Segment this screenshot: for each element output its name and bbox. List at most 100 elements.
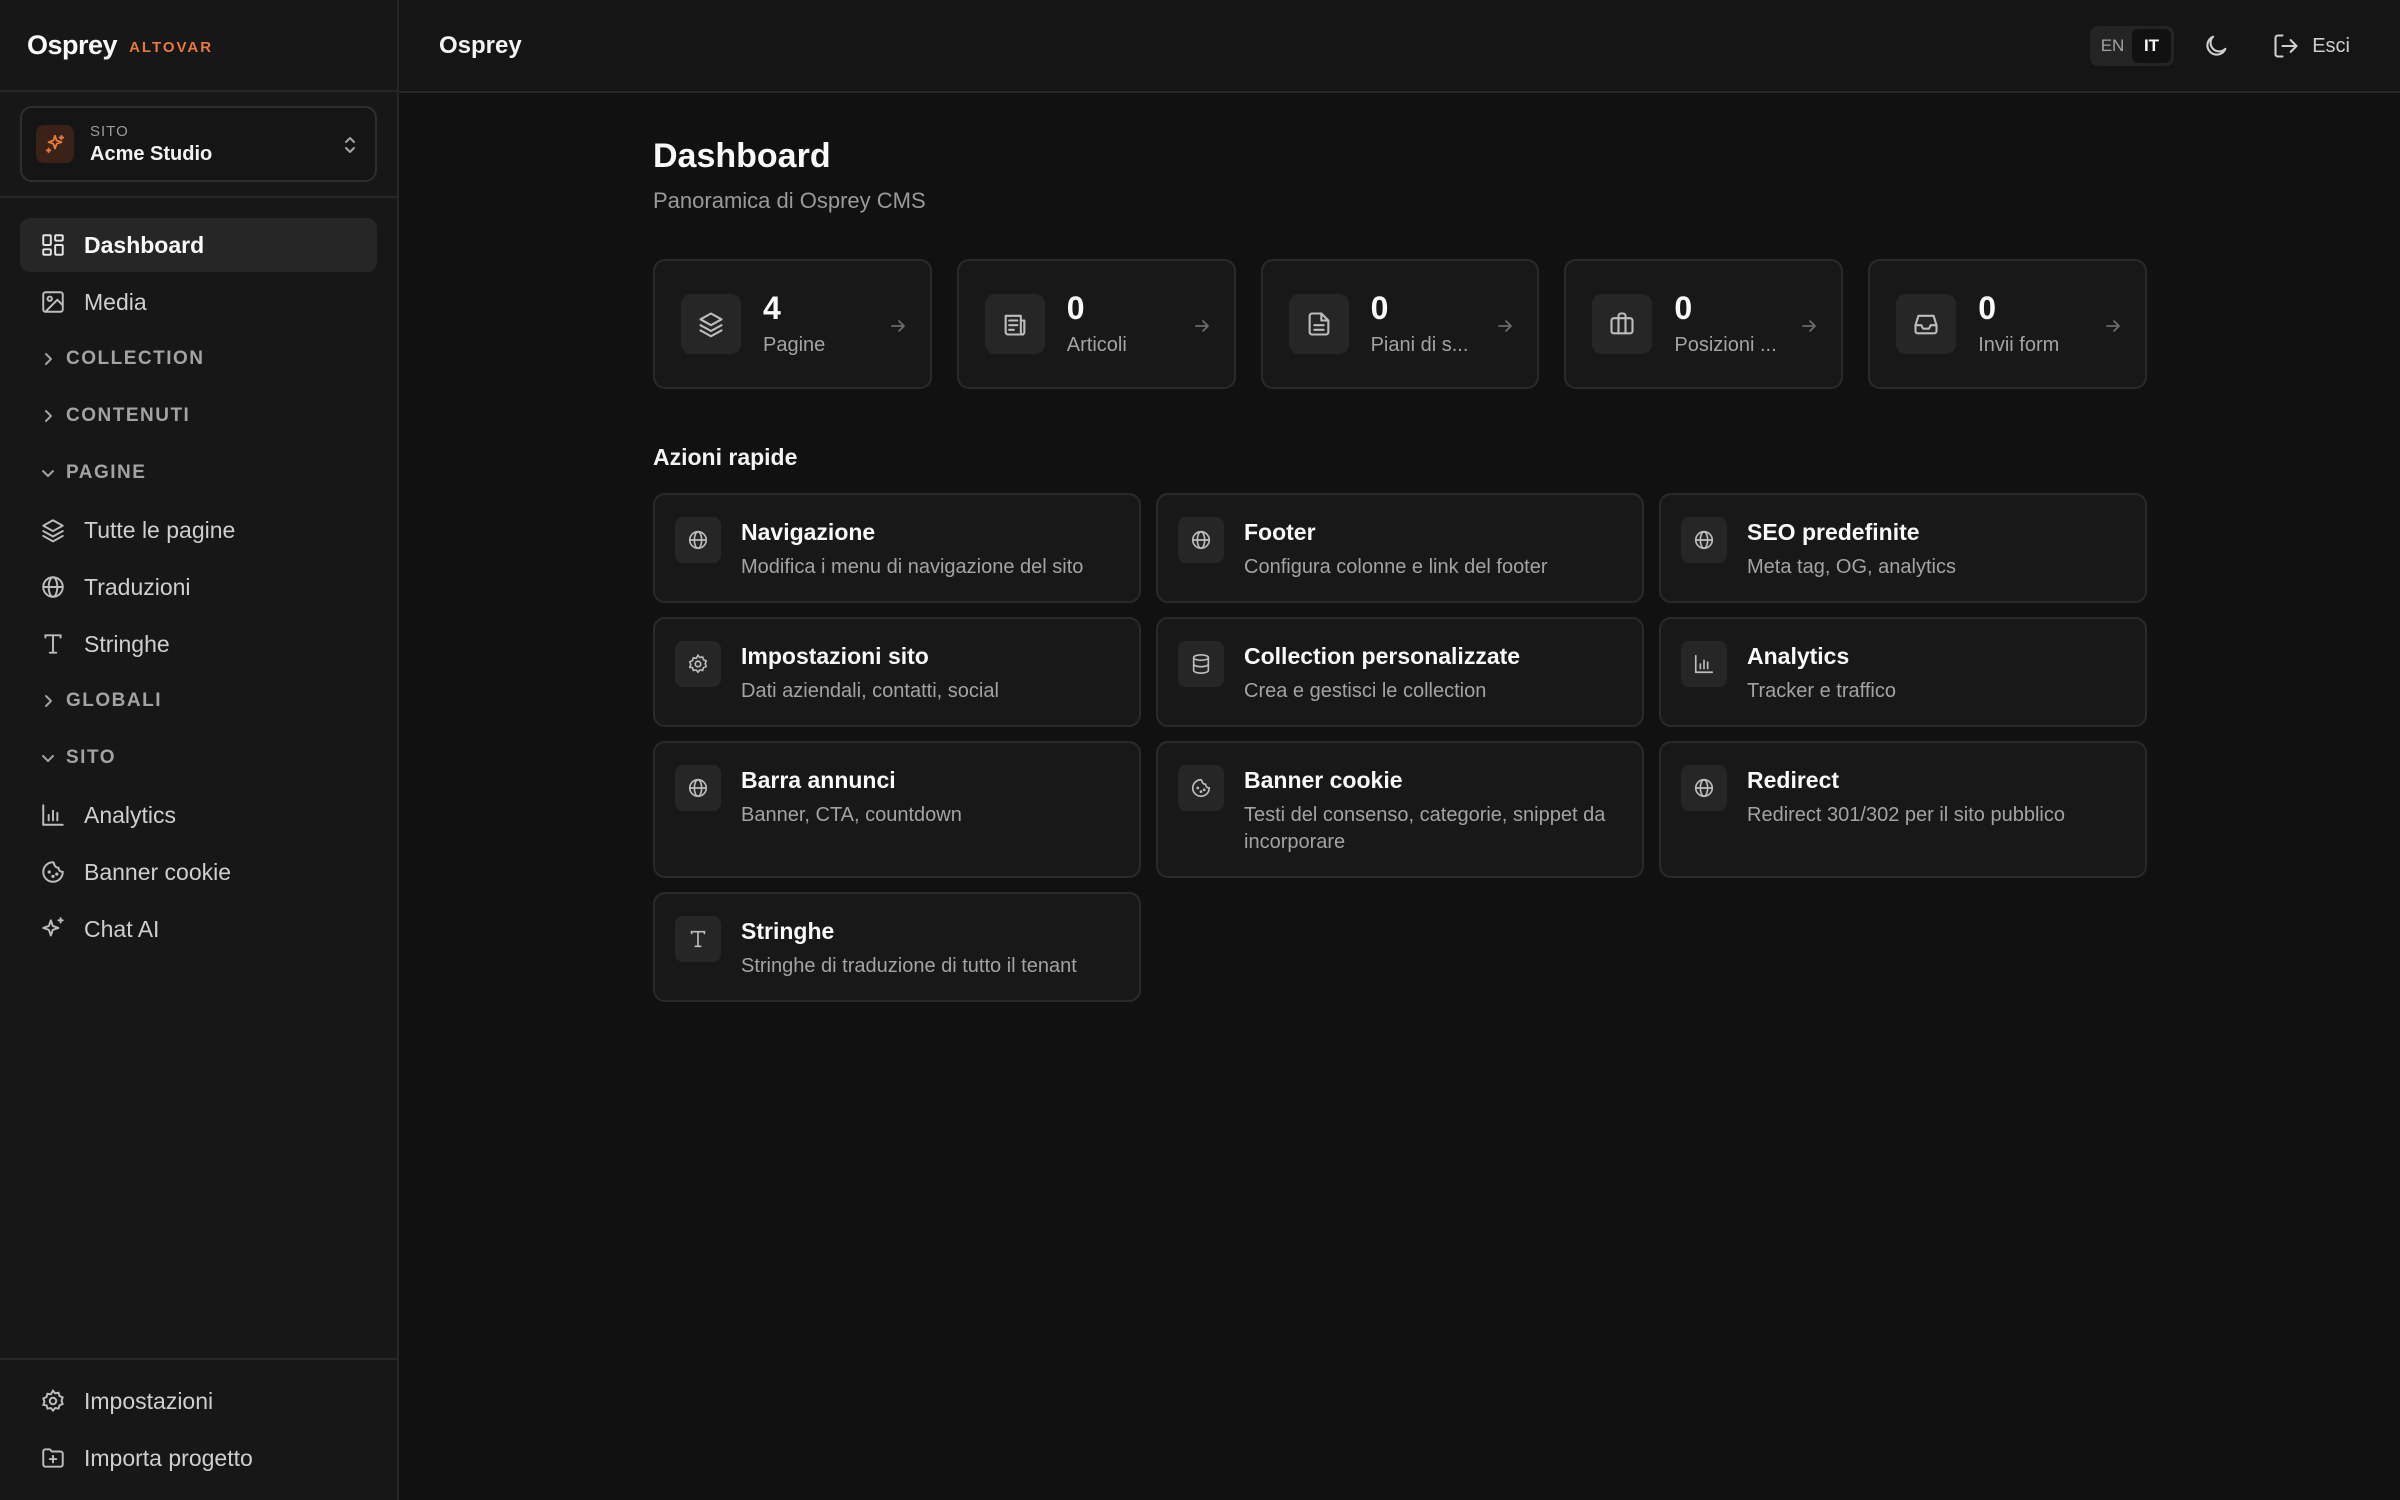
sidebar-group-contenuti[interactable]: CONTENUTI — [20, 389, 377, 443]
action-card-footer[interactable]: Footer Configura colonne e link del foot… — [1156, 493, 1644, 603]
action-desc: Redirect 301/302 per il sito pubblico — [1747, 804, 2065, 826]
action-title: Footer — [1244, 519, 1316, 545]
brand: Osprey ALTOVAR — [0, 0, 397, 92]
globe-icon — [42, 576, 64, 598]
globe-icon — [1681, 517, 1727, 563]
action-card-navigazione[interactable]: Navigazione Modifica i menu di navigazio… — [653, 493, 1141, 603]
page-title: Dashboard — [653, 137, 831, 175]
stat-value: 0 — [1978, 289, 1996, 326]
stat-label: Posizioni ... — [1674, 333, 1777, 356]
sidebar-item-banner-cookie[interactable]: Banner cookie — [20, 845, 377, 899]
action-card-redirect[interactable]: Redirect Redirect 301/302 per il sito pu… — [1659, 741, 2147, 878]
quick-actions-grid: Navigazione Modifica i menu di navigazio… — [653, 493, 2147, 1002]
page-subtitle: Panoramica di Osprey CMS — [653, 188, 926, 213]
folder-plus-icon — [42, 1448, 64, 1468]
action-desc: Tracker e traffico — [1747, 680, 1896, 702]
sidebar-item-tutte-le-pagine[interactable]: Tutte le pagine — [20, 503, 377, 557]
action-title: Analytics — [1747, 643, 1850, 669]
layers-icon — [681, 294, 741, 354]
stat-card-invii-form[interactable]: 0 Invii form — [1868, 259, 2147, 389]
main-content: Dashboard Panoramica di Osprey CMS 4 Pag… — [653, 93, 2147, 1002]
chevron-down-icon — [42, 755, 54, 762]
action-card-stringhe[interactable]: Stringhe Stringhe di traduzione di tutto… — [653, 892, 1141, 1002]
action-desc: Testi del consenso, categorie, snippet d… — [1244, 804, 1606, 853]
stat-value: 0 — [1370, 289, 1389, 326]
file-text-icon — [1288, 294, 1349, 354]
brand-tag: ALTOVAR — [129, 38, 214, 56]
sidebar-item-label: Impostazioni — [84, 1387, 214, 1414]
action-title: Navigazione — [741, 519, 876, 545]
inbox-icon — [1896, 294, 1957, 354]
globe-icon — [675, 765, 721, 811]
stat-card-piani[interactable]: 0 Piani di s... — [1260, 259, 1540, 389]
sidebar-item-label: Analytics — [84, 801, 177, 828]
sidebar-nav: Dashboard Media COLLECTION CONTENUTI PAG… — [0, 198, 397, 956]
sidebar-group-pagine[interactable]: PAGINE — [20, 446, 377, 500]
lang-en-button[interactable]: EN — [2093, 29, 2132, 63]
stats-row: 4 Pagine 0 Articoli 0 Piani di s... 0 Po… — [653, 259, 2147, 389]
language-toggle: EN IT — [2090, 26, 2174, 66]
action-title: SEO predefinite — [1747, 519, 1920, 545]
dashboard-icon — [42, 234, 64, 256]
stat-card-posizioni[interactable]: 0 Posizioni ... — [1564, 259, 1844, 389]
action-title: Banner cookie — [1244, 767, 1403, 793]
stat-value: 4 — [763, 289, 781, 326]
stat-label: Articoli — [1066, 333, 1127, 356]
arrow-right-icon — [890, 320, 905, 332]
action-card-impostazioni-sito[interactable]: Impostazioni sito Dati aziendali, contat… — [653, 617, 1141, 727]
sidebar-item-stringhe[interactable]: Stringhe — [20, 617, 377, 671]
arrow-right-icon — [2106, 320, 2120, 332]
sidebar-group-sito[interactable]: SITO — [20, 731, 377, 785]
sidebar-group-collection[interactable]: COLLECTION — [20, 332, 377, 386]
globe-icon — [675, 517, 721, 563]
site-switcher[interactable]: SITO Acme Studio — [20, 106, 377, 182]
sidebar-item-label: Tutte le pagine — [84, 516, 236, 543]
sidebar-group-label: COLLECTION — [66, 348, 205, 369]
sidebar-item-label: Media — [84, 288, 147, 315]
chevron-right-icon — [45, 695, 52, 707]
logout-label: Esci — [2312, 34, 2350, 57]
logout-button[interactable]: Esci — [2272, 32, 2350, 60]
sidebar-item-traduzioni[interactable]: Traduzioni — [20, 560, 377, 614]
theme-toggle-button[interactable] — [2202, 32, 2230, 60]
briefcase-icon — [1592, 294, 1653, 354]
stat-value: 0 — [1674, 289, 1693, 326]
sidebar-item-analytics[interactable]: Analytics — [20, 788, 377, 842]
chevron-right-icon — [45, 353, 52, 365]
sidebar-item-impostazioni[interactable]: Impostazioni — [20, 1374, 377, 1428]
bar-chart-icon — [42, 804, 64, 826]
image-icon — [42, 291, 64, 313]
sidebar-item-label: Stringhe — [84, 630, 170, 657]
arrow-right-icon — [1194, 320, 1209, 332]
sidebar-item-importa-progetto[interactable]: Importa progetto — [20, 1431, 377, 1485]
sidebar-item-chat-ai[interactable]: Chat AI — [20, 902, 377, 956]
action-desc: Meta tag, OG, analytics — [1747, 556, 1956, 578]
sidebar-group-globali[interactable]: GLOBALI — [20, 674, 377, 728]
action-card-analytics[interactable]: Analytics Tracker e traffico — [1659, 617, 2147, 727]
sidebar-item-label: Dashboard — [84, 231, 205, 258]
sidebar-group-label: GLOBALI — [66, 690, 162, 711]
lang-it-button[interactable]: IT — [2132, 29, 2171, 63]
brand-name: Osprey — [27, 29, 118, 60]
stat-value: 0 — [1066, 289, 1085, 326]
action-card-banner-cookie[interactable]: Banner cookie Testi del consenso, catego… — [1156, 741, 1644, 878]
action-title: Collection personalizzate — [1244, 643, 1521, 669]
gear-icon — [42, 1389, 64, 1413]
action-desc: Dati aziendali, contatti, social — [741, 680, 999, 702]
action-card-seo-predefinite[interactable]: SEO predefinite Meta tag, OG, analytics — [1659, 493, 2147, 603]
sidebar-item-label: Chat AI — [84, 915, 160, 942]
type-icon — [675, 916, 721, 962]
stat-card-articoli[interactable]: 0 Articoli — [956, 259, 1236, 389]
stat-card-pagine[interactable]: 4 Pagine — [653, 259, 932, 389]
sidebar-item-dashboard[interactable]: Dashboard — [20, 218, 377, 272]
site-name: Acme Studio — [90, 142, 213, 165]
chevrons-up-down-icon — [341, 134, 359, 156]
action-title: Stringhe — [741, 918, 835, 944]
sidebar-item-media[interactable]: Media — [20, 275, 377, 329]
sidebar-item-label: Traduzioni — [84, 573, 191, 600]
action-card-barra-annunci[interactable]: Barra annunci Banner, CTA, countdown — [653, 741, 1141, 878]
action-desc: Configura colonne e link del footer — [1244, 556, 1548, 578]
sidebar-group-label: PAGINE — [66, 462, 147, 483]
layers-icon — [42, 519, 64, 543]
action-card-collection-personalizzate[interactable]: Collection personalizzate Crea e gestisc… — [1156, 617, 1644, 727]
